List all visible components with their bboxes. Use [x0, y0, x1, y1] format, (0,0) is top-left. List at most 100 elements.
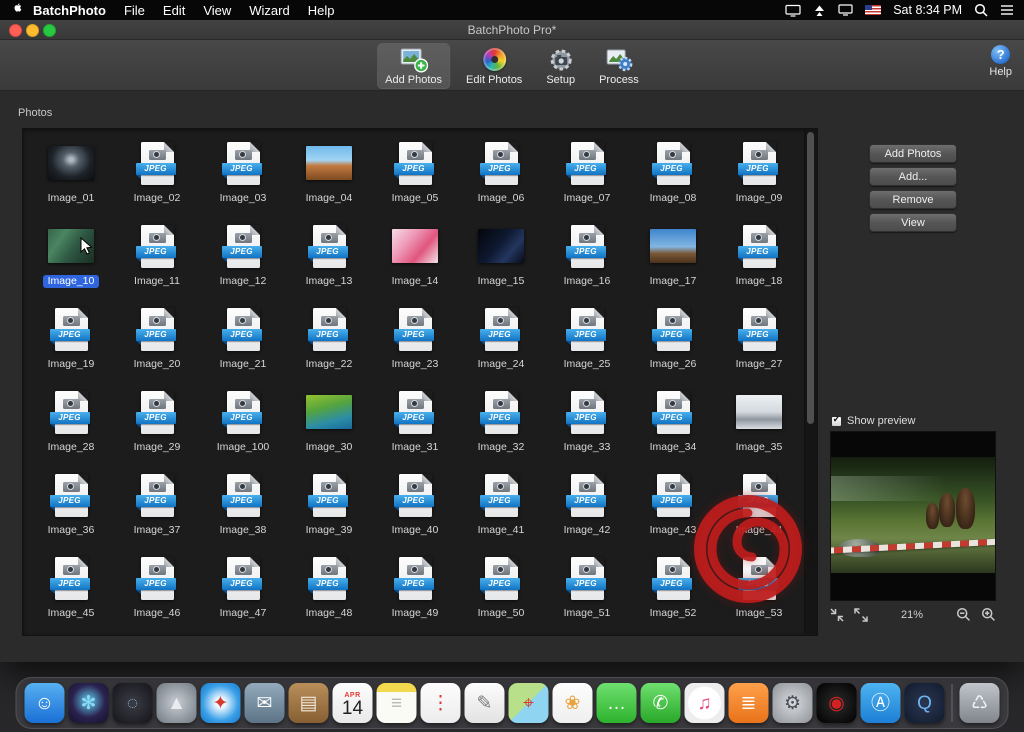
close-button[interactable]: [9, 24, 22, 37]
photo-item-image-36[interactable]: JPEGImage_36: [28, 466, 114, 549]
photo-item-image-28[interactable]: JPEGImage_28: [28, 383, 114, 466]
photo-item-image-16[interactable]: JPEGImage_16: [544, 217, 630, 300]
dock-finder-icon[interactable]: ☺: [25, 683, 65, 723]
dock-ibooks-icon[interactable]: ≣: [729, 683, 769, 723]
fit-to-window-icon[interactable]: [830, 608, 844, 622]
display2-icon[interactable]: [838, 4, 853, 16]
screen-mirroring-icon[interactable]: [813, 4, 826, 17]
photo-item-image-31[interactable]: JPEGImage_31: [372, 383, 458, 466]
photo-item-image-04[interactable]: Image_04: [286, 134, 372, 217]
photo-item-image-39[interactable]: JPEGImage_39: [286, 466, 372, 549]
menu-clock[interactable]: Sat 8:34 PM: [893, 3, 962, 17]
photo-item-image-26[interactable]: JPEGImage_26: [630, 300, 716, 383]
photo-item-image-38[interactable]: JPEGImage_38: [200, 466, 286, 549]
photo-item-image-47[interactable]: JPEGImage_47: [200, 549, 286, 632]
photo-item-image-02[interactable]: JPEGImage_02: [114, 134, 200, 217]
toolbar-help[interactable]: ? Help: [989, 45, 1012, 78]
add-button[interactable]: Add...: [869, 167, 957, 186]
photo-item-image-09[interactable]: JPEGImage_09: [716, 134, 802, 217]
remove-button[interactable]: Remove: [869, 190, 957, 209]
photo-item-image-13[interactable]: JPEGImage_13: [286, 217, 372, 300]
menu-help[interactable]: Help: [308, 3, 335, 18]
photo-item-image-05[interactable]: JPEGImage_05: [372, 134, 458, 217]
dock-calendar-icon[interactable]: APR14: [333, 683, 373, 723]
dock-mail-icon[interactable]: ✉: [245, 683, 285, 723]
photo-item-image-30[interactable]: Image_30: [286, 383, 372, 466]
search-icon[interactable]: [974, 3, 988, 17]
add-photos-button[interactable]: Add Photos: [869, 144, 957, 163]
dock-quicktime-icon[interactable]: Q: [905, 683, 945, 723]
photo-item-image-51[interactable]: JPEGImage_51: [544, 549, 630, 632]
photo-item-image-41[interactable]: JPEGImage_41: [458, 466, 544, 549]
zoom-button[interactable]: [43, 24, 56, 37]
toolbar-add-photos[interactable]: Add Photos: [377, 43, 450, 89]
photo-item-image-32[interactable]: JPEGImage_32: [458, 383, 544, 466]
photo-item-image-40[interactable]: JPEGImage_40: [372, 466, 458, 549]
dock-messages-icon[interactable]: …: [597, 683, 637, 723]
dock-mission-control-icon[interactable]: ◌: [113, 683, 153, 723]
minimize-button[interactable]: [26, 24, 39, 37]
toolbar-setup[interactable]: Setup: [538, 43, 583, 89]
menu-app-name[interactable]: BatchPhoto: [33, 3, 106, 18]
photo-item-image-20[interactable]: JPEGImage_20: [114, 300, 200, 383]
scrollbar-thumb[interactable]: [807, 132, 814, 424]
view-button[interactable]: View: [869, 213, 957, 232]
photo-item-image-50[interactable]: JPEGImage_50: [458, 549, 544, 632]
toolbar-edit-photos[interactable]: Edit Photos: [458, 43, 530, 89]
photo-item-image-42[interactable]: JPEGImage_42: [544, 466, 630, 549]
photo-item-image-23[interactable]: JPEGImage_23: [372, 300, 458, 383]
toolbar-process[interactable]: Process: [591, 43, 647, 89]
show-preview-option[interactable]: Show preview: [831, 415, 915, 427]
notification-center-icon[interactable]: [1000, 4, 1014, 16]
dock-facetime-icon[interactable]: ✆: [641, 683, 681, 723]
zoom-out-icon[interactable]: [956, 607, 971, 622]
photo-item-image-01[interactable]: Image_01: [28, 134, 114, 217]
menu-view[interactable]: View: [203, 3, 231, 18]
dock-reminders-icon[interactable]: ⋮: [421, 683, 461, 723]
dock-photos-icon[interactable]: ❀: [553, 683, 593, 723]
photo-item-image-33[interactable]: JPEGImage_33: [544, 383, 630, 466]
dock-notes-icon[interactable]: ≡: [377, 683, 417, 723]
actual-size-icon[interactable]: [854, 608, 868, 622]
dock-contacts-icon[interactable]: ▤: [289, 683, 329, 723]
photo-item-image-35[interactable]: Image_35: [716, 383, 802, 466]
photo-item-image-19[interactable]: JPEGImage_19: [28, 300, 114, 383]
us-flag-icon[interactable]: [865, 5, 881, 15]
menu-wizard[interactable]: Wizard: [249, 3, 289, 18]
show-preview-checkbox[interactable]: [831, 416, 842, 427]
apple-menu-icon[interactable]: [10, 3, 23, 18]
photo-item-image-34[interactable]: JPEGImage_34: [630, 383, 716, 466]
dock-launchpad-icon[interactable]: ▲: [157, 683, 197, 723]
dock-maps-icon[interactable]: ⌖: [509, 683, 549, 723]
dock-trash-icon[interactable]: ♺: [960, 683, 1000, 723]
display-icon[interactable]: [785, 4, 801, 17]
dock-itunes-icon[interactable]: ♫: [685, 683, 725, 723]
zoom-in-icon[interactable]: [981, 607, 996, 622]
photo-item-image-49[interactable]: JPEGImage_49: [372, 549, 458, 632]
photo-item-image-18[interactable]: JPEGImage_18: [716, 217, 802, 300]
photo-item-image-14[interactable]: Image_14: [372, 217, 458, 300]
dock-app-store-icon[interactable]: Ⓐ: [861, 683, 901, 723]
photo-item-image-25[interactable]: JPEGImage_25: [544, 300, 630, 383]
photo-item-image-100[interactable]: JPEGImage_100: [200, 383, 286, 466]
photo-item-image-37[interactable]: JPEGImage_37: [114, 466, 200, 549]
photo-item-image-29[interactable]: JPEGImage_29: [114, 383, 200, 466]
photo-item-image-45[interactable]: JPEGImage_45: [28, 549, 114, 632]
photo-item-image-07[interactable]: JPEGImage_07: [544, 134, 630, 217]
photo-item-image-24[interactable]: JPEGImage_24: [458, 300, 544, 383]
menu-edit[interactable]: Edit: [163, 3, 185, 18]
photo-item-image-10[interactable]: Image_10: [28, 217, 114, 300]
photo-item-image-03[interactable]: JPEGImage_03: [200, 134, 286, 217]
title-bar[interactable]: BatchPhoto Pro*: [0, 20, 1024, 40]
photo-item-image-11[interactable]: JPEGImage_11: [114, 217, 200, 300]
photo-item-image-22[interactable]: JPEGImage_22: [286, 300, 372, 383]
photo-item-image-08[interactable]: JPEGImage_08: [630, 134, 716, 217]
dock-batchphoto-icon[interactable]: ◉: [817, 683, 857, 723]
photo-item-image-15[interactable]: Image_15: [458, 217, 544, 300]
dock-safari-icon[interactable]: ✦: [201, 683, 241, 723]
photo-item-image-21[interactable]: JPEGImage_21: [200, 300, 286, 383]
photo-item-image-48[interactable]: JPEGImage_48: [286, 549, 372, 632]
dock-textedit-icon[interactable]: ✎: [465, 683, 505, 723]
photo-item-image-17[interactable]: Image_17: [630, 217, 716, 300]
dock-siri-icon[interactable]: ✻: [69, 683, 109, 723]
